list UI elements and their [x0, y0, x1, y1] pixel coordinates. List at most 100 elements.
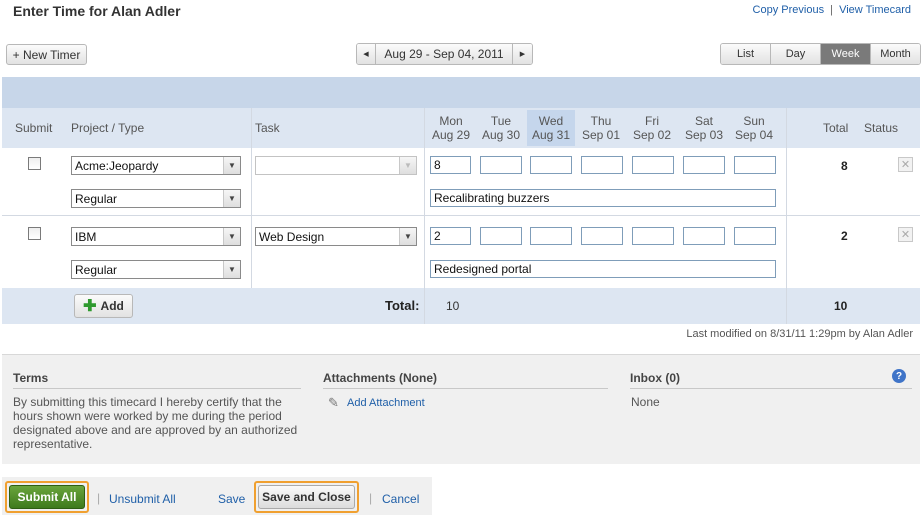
hours-input-fri[interactable]	[632, 227, 674, 245]
hours-input-tue[interactable]	[480, 156, 522, 174]
hours-input-mon[interactable]: 2	[430, 227, 471, 245]
day-date: Sep 03	[684, 128, 724, 142]
project-value: Acme:Jeopardy	[75, 158, 159, 173]
hours-input-fri[interactable]	[632, 156, 674, 174]
day-date: Aug 30	[481, 128, 521, 142]
day-name: Sat	[694, 114, 713, 128]
divider	[630, 388, 912, 389]
task-header: Task	[255, 121, 280, 135]
column-divider	[786, 108, 787, 324]
delete-row-icon[interactable]: ✕	[898, 227, 913, 242]
submit-header: Submit	[15, 121, 53, 135]
save-and-close-button[interactable]: Save and Close	[258, 485, 355, 509]
day-date: Sep 04	[734, 128, 774, 142]
unsubmit-all-link[interactable]: Unsubmit All	[109, 492, 176, 506]
add-row-label: Add	[100, 299, 124, 313]
day-header-sun: Sun Sep 04	[730, 110, 778, 146]
project-value: IBM	[75, 229, 97, 244]
timecard-band	[2, 77, 920, 108]
hours-input-thu[interactable]	[581, 156, 623, 174]
terms-text: By submitting this timecard I hereby cer…	[13, 395, 298, 451]
total-header: Total	[823, 121, 849, 135]
add-row-button[interactable]: ✚ Add	[74, 294, 133, 318]
chevron-down-icon: ▼	[223, 261, 240, 278]
note-input[interactable]: Redesigned portal	[430, 260, 776, 278]
day-date: Sep 02	[632, 128, 672, 142]
hours-input-thu[interactable]	[581, 227, 623, 245]
inbox-value: None	[631, 395, 660, 409]
type-value: Regular	[75, 262, 118, 277]
task-value: Web Design	[259, 229, 325, 244]
last-modified-text: Last modified on 8/31/11 1:29pm by Alan …	[686, 328, 913, 340]
grand-total: 10	[834, 299, 848, 313]
day-name: Wed	[538, 114, 564, 128]
type-select[interactable]: Regular ▼	[71, 260, 241, 279]
hours-input-sat[interactable]	[683, 156, 725, 174]
hours-input-mon[interactable]: 8	[430, 156, 471, 174]
save-link[interactable]: Save	[218, 492, 245, 506]
view-list-button[interactable]: List	[721, 44, 771, 64]
date-range-label: Aug 29 - Sep 04, 2011	[376, 44, 513, 64]
attachments-title: Attachments (None)	[323, 371, 438, 385]
submit-all-button[interactable]: Submit All	[9, 485, 85, 509]
chevron-down-icon: ▼	[399, 157, 416, 174]
view-week-button[interactable]: Week	[821, 44, 871, 64]
day-name: Sun	[743, 114, 765, 128]
row-total: 8	[841, 159, 848, 173]
save-close-highlight: Save and Close	[254, 481, 359, 513]
delete-row-icon[interactable]: ✕	[898, 157, 913, 172]
help-icon[interactable]: ?	[892, 369, 906, 383]
copy-previous-link[interactable]: Copy Previous	[753, 4, 825, 16]
project-header: Project / Type	[71, 121, 145, 135]
chevron-down-icon: ▼	[223, 228, 240, 245]
type-value: Regular	[75, 191, 118, 206]
mon-total: 10	[446, 299, 460, 313]
project-select[interactable]: Acme:Jeopardy ▼	[71, 156, 241, 175]
add-attachment-link[interactable]: Add Attachment	[347, 397, 425, 409]
view-timecard-link[interactable]: View Timecard	[839, 4, 911, 16]
new-timer-button[interactable]: + New Timer	[6, 44, 87, 65]
terms-title: Terms	[13, 371, 49, 385]
submit-highlight: Submit All	[5, 481, 89, 513]
page-title: Enter Time for Alan Adler	[13, 3, 181, 19]
hours-input-sun[interactable]	[734, 156, 776, 174]
hours-input-wed[interactable]	[530, 156, 572, 174]
chevron-down-icon: ▼	[399, 228, 416, 245]
date-navigator: ◀ Aug 29 - Sep 04, 2011 ▶	[356, 43, 533, 65]
day-name: Thu	[590, 114, 612, 128]
hours-input-wed[interactable]	[530, 227, 572, 245]
task-select[interactable]: ▼	[255, 156, 417, 175]
separator: |	[369, 491, 373, 505]
header-links: Copy Previous | View Timecard	[753, 4, 911, 16]
day-header-mon: Mon Aug 29	[427, 110, 475, 146]
prev-week-button[interactable]: ◀	[357, 44, 376, 64]
view-month-button[interactable]: Month	[871, 44, 920, 64]
day-header-thu: Thu Sep 01	[577, 110, 625, 146]
divider	[13, 388, 301, 389]
day-name: Tue	[490, 114, 512, 128]
day-header-sat: Sat Sep 03	[680, 110, 728, 146]
plus-icon: ✚	[83, 298, 97, 315]
cancel-link[interactable]: Cancel	[382, 492, 419, 506]
hours-input-sat[interactable]	[683, 227, 725, 245]
hours-input-tue[interactable]	[480, 227, 522, 245]
task-select[interactable]: Web Design ▼	[255, 227, 417, 246]
day-header-wed: Wed Aug 31	[527, 110, 575, 146]
type-select[interactable]: Regular ▼	[71, 189, 241, 208]
note-input[interactable]: Recalibrating buzzers	[430, 189, 776, 207]
project-select[interactable]: IBM ▼	[71, 227, 241, 246]
totals-bar	[2, 288, 920, 324]
day-header-fri: Fri Sep 02	[628, 110, 676, 146]
day-date: Aug 31	[531, 128, 571, 142]
view-day-button[interactable]: Day	[771, 44, 821, 64]
day-name: Fri	[645, 114, 659, 128]
day-date: Aug 29	[431, 128, 471, 142]
hours-input-sun[interactable]	[734, 227, 776, 245]
next-week-button[interactable]: ▶	[513, 44, 532, 64]
chevron-down-icon: ▼	[223, 190, 240, 207]
submit-checkbox[interactable]	[28, 157, 41, 170]
submit-checkbox[interactable]	[28, 227, 41, 240]
day-name: Mon	[439, 114, 463, 128]
total-label: Total:	[385, 298, 420, 313]
status-header: Status	[864, 121, 899, 135]
